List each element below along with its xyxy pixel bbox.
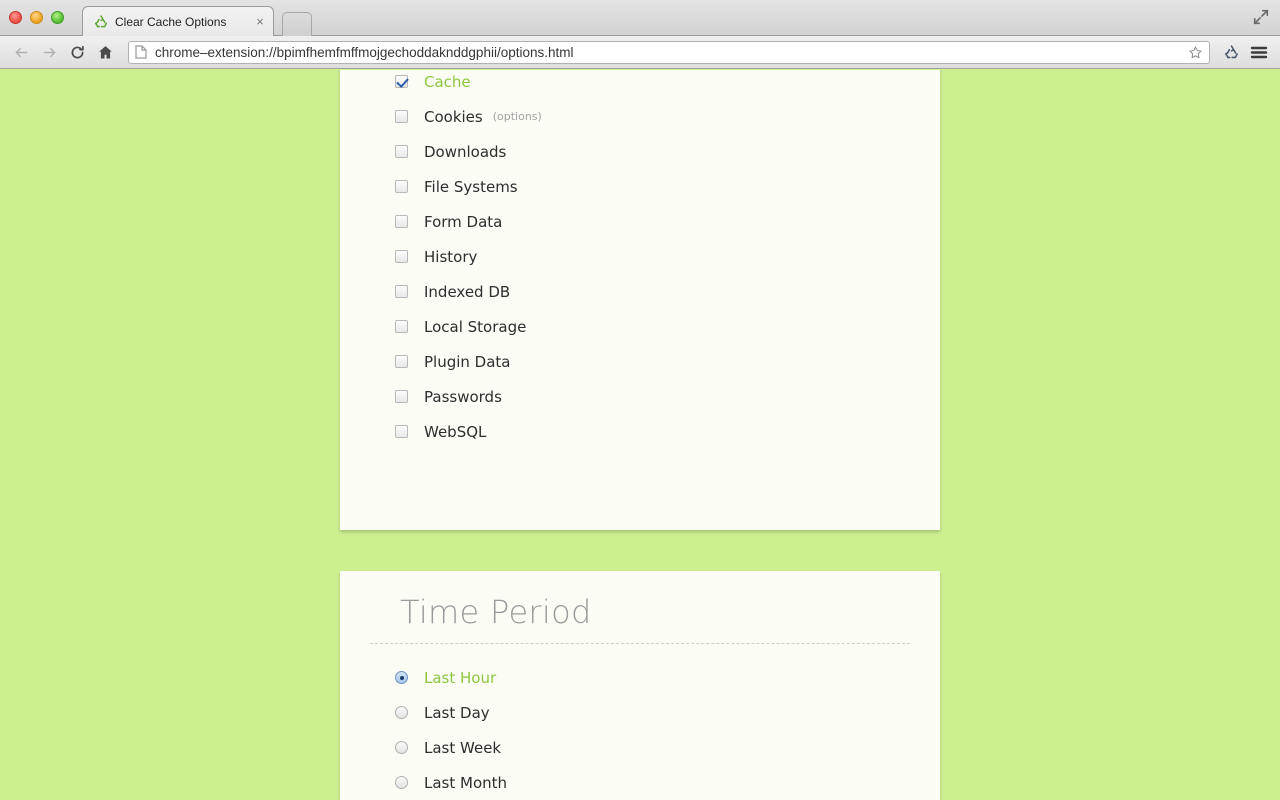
time-period-list: Last Hour Last Day Last Week Last Month [370, 654, 910, 800]
checkbox-row-cookies[interactable]: Cookies (options) [370, 99, 910, 134]
address-bar-url[interactable]: chrome–extension://bpimfhemfmffmojgechod… [155, 45, 1187, 60]
forward-button[interactable] [36, 40, 62, 64]
checkbox-plugin-data[interactable] [395, 355, 408, 368]
checkbox-row-form-data[interactable]: Form Data [370, 204, 910, 239]
reload-button[interactable] [64, 40, 90, 64]
radio-row-last-week[interactable]: Last Week [370, 730, 910, 765]
checkbox-file-systems[interactable] [395, 180, 408, 193]
radio-label-last-hour: Last Hour [424, 668, 497, 687]
checkbox-row-local-storage[interactable]: Local Storage [370, 309, 910, 344]
browser-window: Clear Cache Options × chrome–extension:/… [0, 0, 1280, 800]
checkbox-cookies[interactable] [395, 110, 408, 123]
checkbox-cache[interactable] [395, 75, 408, 88]
recycle-icon [93, 14, 109, 30]
data-types-list: App Cache Cache Cookies (options) Downlo… [370, 70, 910, 449]
time-period-card: Time Period Last Hour Last Day Last Week [340, 571, 940, 800]
checkbox-row-plugin-data[interactable]: Plugin Data [370, 344, 910, 379]
radio-last-month[interactable] [395, 776, 408, 789]
checkbox-row-indexed-db[interactable]: Indexed DB [370, 274, 910, 309]
window-maximize-button[interactable] [51, 11, 64, 24]
checkbox-row-cache[interactable]: Cache [370, 70, 910, 99]
checkbox-form-data[interactable] [395, 215, 408, 228]
hamburger-menu-icon[interactable] [1246, 40, 1272, 64]
window-titlebar: Clear Cache Options × [0, 0, 1280, 36]
address-bar[interactable]: chrome–extension://bpimfhemfmffmojgechod… [128, 40, 1210, 64]
browser-tab[interactable]: Clear Cache Options × [82, 6, 274, 36]
traffic-lights [9, 11, 64, 24]
checkbox-label-local-storage: Local Storage [424, 317, 527, 336]
checkbox-label-passwords: Passwords [424, 387, 502, 406]
checkbox-label-history: History [424, 247, 478, 266]
checkbox-label-downloads: Downloads [424, 142, 507, 161]
checkbox-local-storage[interactable] [395, 320, 408, 333]
tab-title: Clear Cache Options [115, 14, 227, 29]
back-button[interactable] [8, 40, 34, 64]
checkbox-row-history[interactable]: History [370, 239, 910, 274]
checkbox-label-cache: Cache [424, 72, 471, 91]
radio-label-last-day: Last Day [424, 703, 490, 722]
cookies-options-link[interactable]: (options) [493, 110, 542, 123]
tab-close-icon[interactable]: × [253, 15, 267, 29]
window-close-button[interactable] [9, 11, 22, 24]
window-minimize-button[interactable] [30, 11, 43, 24]
checkbox-label-form-data: Form Data [424, 212, 503, 231]
home-button[interactable] [92, 40, 118, 64]
checkbox-label-cookies: Cookies [424, 107, 483, 126]
star-icon[interactable] [1187, 45, 1203, 60]
radio-last-week[interactable] [395, 741, 408, 754]
checkbox-websql[interactable] [395, 425, 408, 438]
radio-row-last-day[interactable]: Last Day [370, 695, 910, 730]
checkbox-label-file-systems: File Systems [424, 177, 518, 196]
checkbox-downloads[interactable] [395, 145, 408, 158]
checkbox-row-file-systems[interactable]: File Systems [370, 169, 910, 204]
checkbox-label-indexed-db: Indexed DB [424, 282, 511, 301]
browser-toolbar: chrome–extension://bpimfhemfmffmojgechod… [0, 36, 1280, 69]
radio-label-last-week: Last Week [424, 738, 502, 757]
data-types-card: Data Types App Cache Cache Cookies (opti… [340, 70, 940, 530]
new-tab-button[interactable] [282, 12, 312, 36]
checkbox-history[interactable] [395, 250, 408, 263]
page-viewport: Data Types App Cache Cache Cookies (opti… [0, 70, 1280, 800]
checkbox-label-plugin-data: Plugin Data [424, 352, 511, 371]
expand-icon[interactable] [1252, 8, 1270, 26]
page-icon [135, 45, 149, 59]
time-period-title: Time Period [400, 593, 592, 631]
checkbox-row-websql[interactable]: WebSQL [370, 414, 910, 449]
radio-row-last-hour[interactable]: Last Hour [370, 660, 910, 695]
time-period-divider [370, 643, 910, 644]
checkbox-row-downloads[interactable]: Downloads [370, 134, 910, 169]
radio-last-day[interactable] [395, 706, 408, 719]
checkbox-passwords[interactable] [395, 390, 408, 403]
radio-row-last-month[interactable]: Last Month [370, 765, 910, 800]
radio-last-hour[interactable] [395, 671, 408, 684]
radio-label-last-month: Last Month [424, 773, 508, 792]
checkbox-indexed-db[interactable] [395, 285, 408, 298]
recycle-extension-icon[interactable] [1218, 40, 1244, 64]
checkbox-label-websql: WebSQL [424, 422, 487, 441]
checkbox-row-passwords[interactable]: Passwords [370, 379, 910, 414]
